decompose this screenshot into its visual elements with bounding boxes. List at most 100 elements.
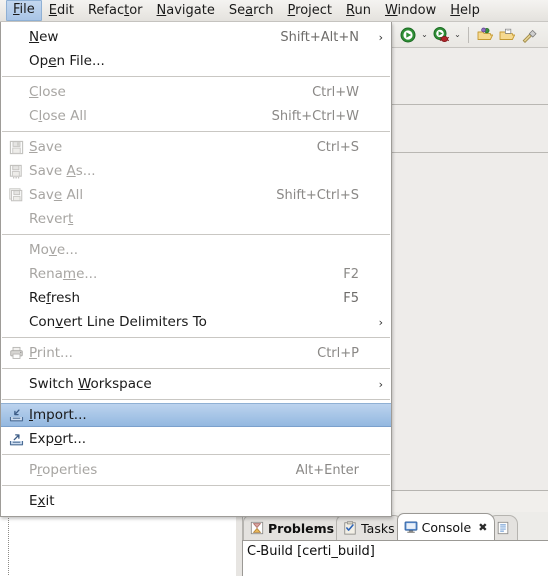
no-icon xyxy=(5,241,27,259)
menubar-search-a: Se xyxy=(228,2,246,18)
view-tab-tasks[interactable]: Tasks xyxy=(336,515,403,540)
menubar-item-run[interactable]: Run xyxy=(339,1,378,21)
close-icon[interactable]: ✖ xyxy=(478,521,487,534)
view-tab-label: Console xyxy=(421,519,472,535)
menu-item-refresh[interactable]: Refresh F5 xyxy=(1,286,391,310)
view-tab-console[interactable]: Console ✖ xyxy=(396,513,496,540)
build-button[interactable] xyxy=(519,25,539,45)
menu-item-label: Close xyxy=(29,84,66,100)
main-toolbar: ⌄ ⌄ xyxy=(392,22,548,48)
menubar-item-search[interactable]: Search xyxy=(222,1,281,21)
mnemonic-letter: S xyxy=(29,139,38,155)
menubar-item-navigate[interactable]: Navigate xyxy=(150,1,222,21)
console-view-body[interactable]: C-Build [certi_build] xyxy=(242,540,548,576)
mnemonic-letter: x xyxy=(37,493,46,509)
open-folder-button[interactable] xyxy=(497,25,517,45)
menu-item-save: Save Ctrl+S xyxy=(1,135,391,159)
menu-separator xyxy=(2,485,390,486)
menubar-help-mnemonic: H xyxy=(450,2,461,18)
menu-item-accelerator: Ctrl+W xyxy=(312,84,359,100)
menu-item-label: New xyxy=(29,29,59,45)
menu-item-label: Import... xyxy=(29,407,87,423)
mnemonic-letter: f xyxy=(46,290,51,306)
export-icon xyxy=(5,430,27,448)
menu-item-accelerator: Ctrl+S xyxy=(316,139,359,155)
no-icon xyxy=(5,210,27,228)
console-title: C-Build [certi_build] xyxy=(247,544,375,559)
properties-view-icon xyxy=(496,521,510,535)
menu-separator xyxy=(2,234,390,235)
submenu-arrow-icon: › xyxy=(378,315,383,329)
submenu-arrow-icon: › xyxy=(378,377,383,391)
menu-item-label: Save xyxy=(29,139,63,155)
debug-button[interactable] xyxy=(431,25,451,45)
view-tab-problems[interactable]: Problems xyxy=(243,515,343,540)
mnemonic-letter: P xyxy=(29,345,37,361)
menu-separator xyxy=(2,337,390,338)
mnemonic-letter: C xyxy=(29,84,39,100)
menubar-navigate-rest: avigate xyxy=(166,2,215,18)
menubar-item-edit[interactable]: Edit xyxy=(42,1,81,21)
no-icon xyxy=(5,461,27,479)
new-c-project-button[interactable] xyxy=(475,25,495,45)
menubar-item-project[interactable]: Project xyxy=(281,1,340,21)
menubar-item-file[interactable]: File xyxy=(6,0,42,21)
menu-item-label: Switch Workspace xyxy=(29,376,152,392)
menu-item-label: Close All xyxy=(29,108,87,124)
toolbar-separator xyxy=(468,26,469,43)
mnemonic-letter: v xyxy=(55,314,64,330)
menu-item-import[interactable]: Import... xyxy=(1,403,391,427)
menu-item-print: Print... Ctrl+P xyxy=(1,341,391,365)
menubar-help-rest: elp xyxy=(460,2,480,18)
menubar-item-help[interactable]: Help xyxy=(443,1,487,21)
menu-item-new[interactable]: New Shift+Alt+N › xyxy=(1,25,391,49)
no-icon xyxy=(5,375,27,393)
menubar-project-rest: roject xyxy=(295,2,333,18)
menu-item-convert-line-delimiters-to[interactable]: Convert Line Delimiters To › xyxy=(1,310,391,334)
menu-item-save-as: Save As... xyxy=(1,159,391,183)
menu-item-accelerator: Alt+Enter xyxy=(295,462,359,478)
menu-separator xyxy=(2,76,390,77)
menu-item-accelerator: Ctrl+P xyxy=(317,345,359,361)
menubar-window-rest: indow xyxy=(397,2,437,18)
no-icon xyxy=(5,52,27,70)
eclipse-ide-window: ⌄ ⌄ File Edit Refactor Navigate Search P… xyxy=(0,0,548,576)
menu-item-export[interactable]: Export... xyxy=(1,427,391,451)
mnemonic-letter: N xyxy=(29,29,40,45)
menubar-search-mnemonic: a xyxy=(245,2,254,18)
run-dropdown-arrow[interactable]: ⌄ xyxy=(420,25,429,45)
mnemonic-letter: m xyxy=(62,266,77,282)
menu-item-exit[interactable]: Exit xyxy=(1,489,391,513)
menu-item-accelerator: F2 xyxy=(343,266,359,282)
menu-item-switch-workspace[interactable]: Switch Workspace › xyxy=(1,372,391,396)
no-icon xyxy=(5,313,27,331)
no-icon xyxy=(5,492,27,510)
mnemonic-letter: t xyxy=(67,211,74,227)
save-icon xyxy=(5,138,27,156)
mnemonic-letter: e xyxy=(53,187,63,203)
menu-item-rename: Rename... F2 xyxy=(1,262,391,286)
run-button[interactable] xyxy=(398,25,418,45)
menu-item-label: Save As... xyxy=(29,163,96,179)
menubar-item-window[interactable]: Window xyxy=(378,1,443,21)
mnemonic-letter: l xyxy=(38,108,43,124)
menu-item-label: Save All xyxy=(29,187,84,203)
menubar-edit-rest: dit xyxy=(57,2,74,18)
menu-item-label: Rename... xyxy=(29,266,98,282)
no-icon xyxy=(5,83,27,101)
menubar-search-b: rch xyxy=(253,2,274,18)
debug-dropdown-arrow[interactable]: ⌄ xyxy=(453,25,462,45)
editor-divider xyxy=(392,104,548,105)
menu-item-label: Move... xyxy=(29,242,79,258)
save-as-icon xyxy=(5,162,27,180)
menu-separator xyxy=(2,399,390,400)
menu-item-label: Properties xyxy=(29,462,98,478)
menubar-refactor-a: Refac xyxy=(87,2,125,18)
mnemonic-letter: e xyxy=(48,53,57,69)
file-dropdown-menu: New Shift+Alt+N › Open File... Close Ctrl+W Cl… xyxy=(0,22,392,517)
editor-area xyxy=(392,48,548,503)
menu-item-open-file[interactable]: Open File... xyxy=(1,49,391,73)
menubar-item-refactor[interactable]: Refactor xyxy=(81,1,150,21)
menu-item-close: Close Ctrl+W xyxy=(1,80,391,104)
menu-item-accelerator: Shift+Ctrl+S xyxy=(276,187,359,203)
